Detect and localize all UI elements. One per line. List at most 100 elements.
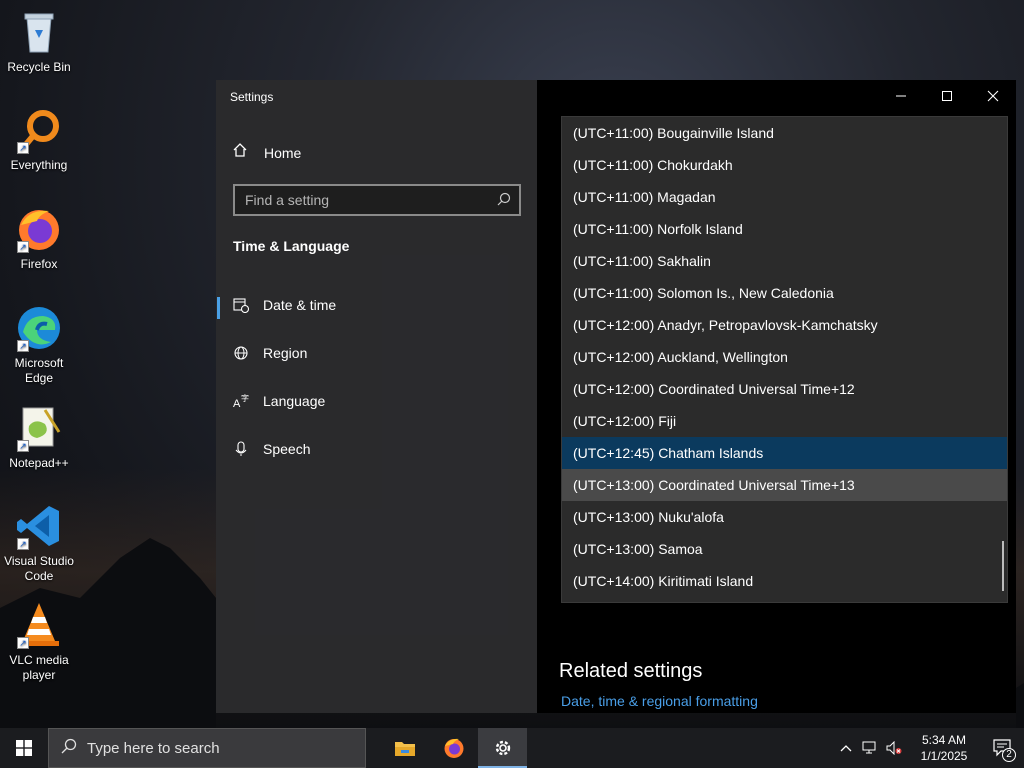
related-settings-heading: Related settings <box>559 660 703 682</box>
tray-network-button[interactable] <box>858 728 882 768</box>
file-explorer-icon <box>394 742 415 756</box>
timezone-option[interactable]: (UTC+14:00) Kiritimati Island <box>562 565 1007 597</box>
settings-window: Settings Home Time & Language Date & tim… <box>216 80 1016 713</box>
notification-count-badge: 2 <box>1002 748 1016 762</box>
find-setting-search[interactable] <box>233 184 521 216</box>
timezone-list-scrollbar[interactable] <box>1002 541 1004 591</box>
desktop-icon-label: Microsoft Edge <box>14 356 64 385</box>
timezone-option[interactable]: (UTC+12:45) Chatham Islands <box>562 437 1007 469</box>
taskbar-clock[interactable]: 5:34 AM 1/1/2025 <box>906 732 982 764</box>
desktop-icon-everything[interactable]: ↗ Everything <box>2 106 76 173</box>
start-button[interactable] <box>0 728 48 768</box>
desktop-icon-notepad-plus-plus[interactable]: ↗ Notepad++ <box>2 404 76 471</box>
timezone-option[interactable]: (UTC+11:00) Sakhalin <box>562 245 1007 277</box>
nav-item-speech[interactable]: Speech <box>216 429 537 469</box>
minimize-icon <box>896 95 906 97</box>
maximize-button[interactable] <box>924 80 970 112</box>
svg-text:A: A <box>233 398 241 409</box>
taskbar-firefox[interactable] <box>429 728 478 768</box>
desktop-icon-label: Firefox <box>20 257 58 271</box>
vscode-icon: ↗ <box>15 502 63 550</box>
timezone-option[interactable]: (UTC+11:00) Bougainville Island <box>562 117 1007 149</box>
action-center-button[interactable]: 2 <box>982 728 1024 768</box>
svg-text:字: 字 <box>241 393 249 403</box>
minimize-button[interactable] <box>878 80 924 112</box>
shortcut-arrow-icon: ↗ <box>17 340 29 352</box>
window-title: Settings <box>230 90 274 104</box>
clock-time: 5:34 AM <box>921 733 967 747</box>
timezone-dropdown-list[interactable]: (UTC+11:00) Bougainville Island (UTC+11:0… <box>561 116 1008 603</box>
close-icon <box>987 90 999 102</box>
globe-icon <box>233 345 249 361</box>
taskbar-search-placeholder: Type here to search <box>87 739 220 757</box>
calendar-clock-icon <box>233 297 250 314</box>
tray-overflow-button[interactable] <box>834 728 858 768</box>
shortcut-arrow-icon: ↗ <box>17 637 29 649</box>
nav-item-label: Language <box>263 393 326 409</box>
desktop-icon-label: Visual Studio Code <box>4 554 74 583</box>
timezone-option[interactable]: (UTC+12:00) Coordinated Universal Time+1… <box>562 373 1007 405</box>
chevron-up-icon <box>840 745 852 752</box>
window-controls <box>878 80 1016 112</box>
timezone-option[interactable]: (UTC+11:00) Magadan <box>562 181 1007 213</box>
recycle-bin-icon <box>15 8 63 56</box>
gear-icon <box>495 740 510 756</box>
close-button[interactable] <box>970 80 1016 112</box>
nav-item-label: Region <box>263 345 308 361</box>
microphone-icon <box>233 441 249 457</box>
timezone-option[interactable]: (UTC+11:00) Norfolk Island <box>562 213 1007 245</box>
home-icon <box>232 142 250 163</box>
timezone-option[interactable]: (UTC+13:00) Nuku'alofa <box>562 501 1007 533</box>
shortcut-arrow-icon: ↗ <box>17 538 29 550</box>
desktop-icon-vlc[interactable]: ↗ VLC media player <box>2 601 76 683</box>
vlc-icon: ↗ <box>15 601 63 649</box>
regional-formatting-link[interactable]: Date, time & regional formatting <box>561 693 758 709</box>
settings-content-pane: (UTC+11:00) Bougainville Island (UTC+11:0… <box>537 80 1016 713</box>
windows-logo-icon <box>16 740 32 756</box>
timezone-option[interactable]: (UTC+11:00) Solomon Is., New Caledonia <box>562 277 1007 309</box>
desktop-icon-label: VLC media player <box>9 653 69 682</box>
taskbar-file-explorer[interactable] <box>380 728 429 768</box>
search-input[interactable] <box>245 192 485 208</box>
nav-item-language[interactable]: A字 Language <box>216 381 537 421</box>
firefox-icon <box>444 738 463 758</box>
shortcut-arrow-icon: ↗ <box>17 142 29 154</box>
notepad-plus-plus-icon: ↗ <box>15 404 63 452</box>
maximize-icon <box>942 91 952 101</box>
taskbar: Type here to search 5:34 AM 1/1/2025 2 <box>0 728 1024 768</box>
volume-muted-icon <box>886 741 902 755</box>
nav-item-region[interactable]: Region <box>216 333 537 373</box>
nav-item-label: Speech <box>263 441 311 457</box>
search-icon[interactable] <box>497 192 511 209</box>
nav-home-label: Home <box>264 144 302 161</box>
everything-icon: ↗ <box>15 106 63 154</box>
nav-item-date-time[interactable]: Date & time <box>216 285 537 325</box>
taskbar-settings[interactable] <box>478 728 527 768</box>
network-icon <box>862 741 876 754</box>
desktop-icon-label: Recycle Bin <box>7 60 71 74</box>
timezone-option[interactable]: (UTC+13:00) Samoa <box>562 533 1007 565</box>
language-icon: A字 <box>233 393 249 410</box>
desktop-icon-firefox[interactable]: ↗ Firefox <box>2 205 76 272</box>
taskbar-search-box[interactable]: Type here to search <box>48 728 366 768</box>
desktop-icon-label: Everything <box>10 158 68 172</box>
nav-home[interactable]: Home <box>232 142 301 163</box>
system-tray: 5:34 AM 1/1/2025 2 <box>834 728 1024 768</box>
desktop-icon-label: Notepad++ <box>9 456 69 470</box>
nav-item-label: Date & time <box>263 297 337 313</box>
edge-icon: ↗ <box>15 304 63 352</box>
timezone-option[interactable]: (UTC+12:00) Auckland, Wellington <box>562 341 1007 373</box>
desktop-icon-vscode[interactable]: ↗ Visual Studio Code <box>2 502 76 584</box>
firefox-icon: ↗ <box>15 205 63 253</box>
timezone-option[interactable]: (UTC+11:00) Chokurdakh <box>562 149 1007 181</box>
timezone-option[interactable]: (UTC+12:00) Anadyr, Petropavlovsk-Kamcha… <box>562 309 1007 341</box>
desktop-icon-edge[interactable]: ↗ Microsoft Edge <box>2 304 76 386</box>
section-heading: Time & Language <box>233 238 350 254</box>
shortcut-arrow-icon: ↗ <box>17 440 29 452</box>
timezone-option[interactable]: (UTC+12:00) Fiji <box>562 405 1007 437</box>
search-icon <box>61 738 77 759</box>
clock-date: 1/1/2025 <box>920 749 968 763</box>
tray-volume-button[interactable] <box>882 728 906 768</box>
desktop-icon-recycle-bin[interactable]: Recycle Bin <box>2 8 76 75</box>
timezone-option[interactable]: (UTC+13:00) Coordinated Universal Time+1… <box>562 469 1007 501</box>
